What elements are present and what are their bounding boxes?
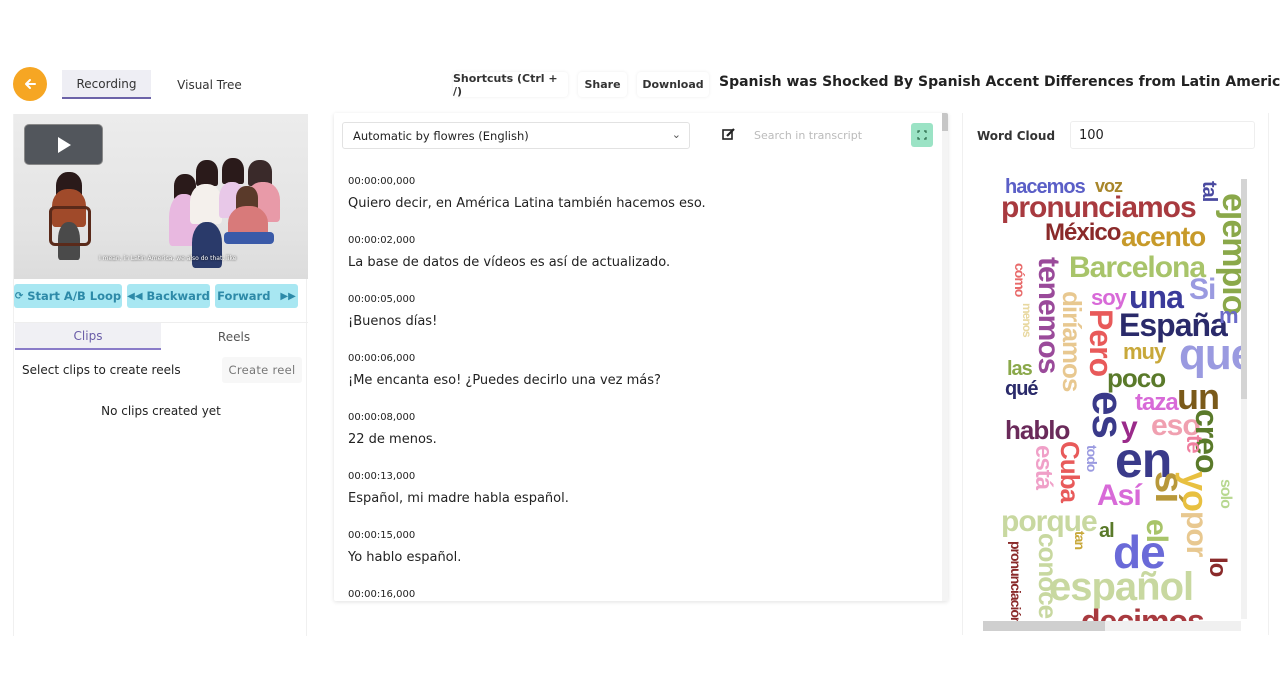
timestamp: 00:00:13,000: [348, 471, 416, 482]
backward-label: Backward: [146, 289, 210, 303]
expand-icon: [917, 130, 927, 140]
transcript-entry[interactable]: 00:00:08,000 22 de menos.: [348, 411, 928, 470]
word-cloud-word: por: [1180, 511, 1213, 557]
forward-label: Forward: [217, 289, 271, 303]
word-cloud-word: Si: [1189, 273, 1216, 306]
word-cloud-word: está: [1030, 445, 1057, 490]
clips-panel: Clips Reels Select clips to create reels…: [14, 322, 308, 636]
word-cloud-word: las: [1007, 358, 1033, 380]
timestamp: 00:00:06,000: [348, 353, 416, 364]
transcript-text: Español, mi madre habla español.: [348, 491, 569, 506]
transcript-text: La base de datos de vídeos es así de act…: [348, 255, 671, 270]
ab-loop-label: Start A/B Loop: [27, 289, 122, 303]
word-cloud-word: m: [1219, 303, 1239, 328]
transcript-text: ¡Buenos días!: [348, 314, 438, 329]
download-button[interactable]: Download: [637, 72, 709, 97]
arrow-left-icon: [25, 79, 36, 89]
transcript-entry[interactable]: 00:00:00,000 Quiero decir, en América La…: [348, 175, 928, 234]
word-cloud-word: solo: [1217, 479, 1234, 508]
word-cloud-word: todo: [1084, 445, 1100, 472]
language-select[interactable]: Automatic by flowres (English) ⌄: [342, 122, 690, 149]
shortcuts-button[interactable]: Shortcuts (Ctrl + /): [453, 72, 568, 98]
word-cloud-word: ejemplo: [1215, 193, 1241, 315]
transcript-text: ¡Me encanta eso! ¿Puedes decirlo una vez…: [348, 373, 661, 388]
play-button[interactable]: [24, 124, 103, 165]
tab-reels[interactable]: Reels: [161, 323, 307, 350]
word-cloud-word: qué: [1005, 378, 1039, 400]
transcript-list: 00:00:00,000 Quiero decir, en América La…: [348, 175, 928, 601]
word-cloud-label: Word Cloud: [977, 129, 1056, 143]
timestamp: 00:00:15,000: [348, 530, 416, 541]
transcript-entry[interactable]: 00:00:13,000 Español, mi madre habla esp…: [348, 470, 928, 529]
select-clips-text: Select clips to create reels: [22, 363, 181, 377]
timestamp: 00:00:00,000: [348, 176, 416, 187]
word-cloud-word: poco: [1107, 363, 1166, 393]
transcript-scrollbar[interactable]: [942, 113, 948, 601]
share-button[interactable]: Share: [578, 72, 627, 97]
play-icon: [57, 136, 71, 153]
word-cloud-word: lo: [1204, 557, 1231, 577]
word-cloud-word: México: [1045, 219, 1121, 246]
word-cloud-word: soy: [1091, 285, 1127, 310]
word-cloud-word: decimos: [1081, 603, 1205, 621]
transcript-search-input[interactable]: [748, 123, 898, 148]
tab-visual-tree[interactable]: Visual Tree: [165, 70, 254, 99]
transcript-entry[interactable]: 00:00:15,000 Yo hablo español.: [348, 529, 928, 588]
word-cloud-word: te: [1182, 435, 1207, 453]
transcript-entry[interactable]: 00:00:16,000: [348, 588, 928, 601]
word-cloud-word: Así: [1097, 479, 1142, 512]
transcript-panel: Automatic by flowres (English) ⌄ 00:00:0…: [334, 113, 948, 601]
word-cloud-word: muy: [1123, 339, 1166, 364]
empty-clips-message: No clips created yet: [101, 404, 221, 418]
word-cloud-word: diríamos: [1057, 291, 1087, 392]
back-button[interactable]: [13, 67, 47, 101]
word-count-input[interactable]: [1070, 121, 1255, 149]
video-subtitle: I mean, in Latin America, we also do tha…: [99, 255, 237, 262]
fast-forward-icon: ▶▶: [280, 290, 296, 302]
word-cloud-word: acento: [1121, 221, 1206, 252]
create-reel-button[interactable]: Create reel: [222, 357, 302, 383]
ab-loop-button[interactable]: ⟳ Start A/B Loop: [14, 284, 122, 308]
word-cloud-word: menos: [1020, 303, 1034, 337]
forward-button[interactable]: Forward ▶▶: [215, 284, 298, 308]
word-cloud-horizontal-scrollbar[interactable]: [983, 621, 1241, 631]
word-cloud-word: tan: [1072, 531, 1088, 549]
chevron-down-icon: ⌄: [671, 128, 681, 141]
word-cloud-word: hablo: [1005, 415, 1070, 445]
edit-icon[interactable]: [722, 127, 736, 141]
timestamp: 00:00:05,000: [348, 294, 416, 305]
fullscreen-button[interactable]: [911, 123, 933, 147]
timestamp: 00:00:02,000: [348, 235, 416, 246]
transcript-text: 22 de menos.: [348, 432, 437, 447]
timestamp: 00:00:08,000: [348, 412, 416, 423]
transcript-text: Quiero decir, en América Latina también …: [348, 196, 706, 211]
tab-recording[interactable]: Recording: [62, 70, 151, 99]
transcript-text: Yo hablo español.: [348, 550, 462, 565]
transcript-entry[interactable]: 00:00:05,000 ¡Buenos días!: [348, 293, 928, 352]
left-panel: I mean, in Latin America, we also do tha…: [13, 114, 308, 636]
word-cloud-vertical-scrollbar[interactable]: [1241, 179, 1247, 619]
timestamp: 00:00:16,000: [348, 589, 416, 600]
word-cloud-word: que: [1179, 330, 1241, 379]
backward-button[interactable]: ◀◀ Backward: [127, 284, 210, 308]
word-cloud-panel: Word Cloud hacemosvoztalpronunciamosejem…: [962, 113, 1269, 635]
tab-clips[interactable]: Clips: [15, 323, 161, 350]
language-select-value: Automatic by flowres (English): [353, 128, 529, 143]
video-player[interactable]: I mean, in Latin America, we also do tha…: [14, 114, 308, 279]
file-title: Spanish was Shocked By Spanish Accent Di…: [719, 74, 1280, 90]
rewind-icon: ◀◀: [127, 290, 143, 302]
word-cloud-word: Cuba: [1055, 441, 1085, 502]
word-cloud-word: yo: [1175, 471, 1216, 512]
word-cloud-word: español: [1049, 565, 1194, 609]
word-cloud-word: al: [1099, 520, 1115, 542]
transcript-entry[interactable]: 00:00:02,000 La base de datos de vídeos …: [348, 234, 928, 293]
word-cloud-word: pronunciación: [1008, 541, 1024, 621]
word-cloud-word: cómo: [1012, 263, 1028, 297]
word-cloud: hacemos voz tal pronunciamos ejemplo México ac…: [1001, 173, 1241, 621]
loop-icon: ⟳: [14, 290, 24, 302]
transcript-entry[interactable]: 00:00:06,000 ¡Me encanta eso! ¿Puedes de…: [348, 352, 928, 411]
